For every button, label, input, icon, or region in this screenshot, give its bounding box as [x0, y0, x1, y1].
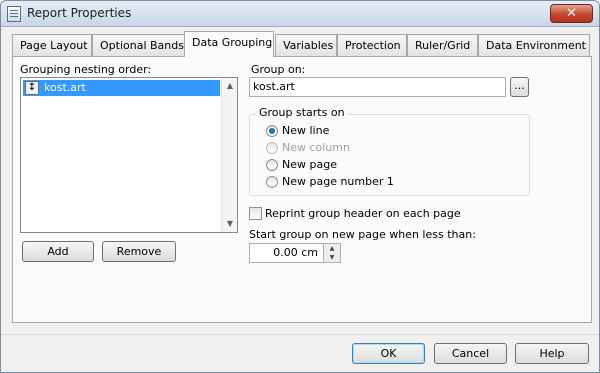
tab-optional-bands[interactable]: Optional Bands — [92, 34, 185, 56]
tab-variables[interactable]: Variables — [275, 34, 337, 56]
radio-unchecked-icon[interactable] — [266, 159, 278, 171]
group-on-field[interactable]: kost.art — [249, 77, 506, 97]
tab-ruler-grid[interactable]: Ruler/Grid — [407, 34, 478, 56]
window-title: Report Properties — [27, 6, 132, 20]
vertical-scrollbar[interactable]: ▲ ▼ — [221, 78, 237, 232]
scroll-up-icon[interactable]: ▲ — [222, 78, 238, 94]
reprint-checkbox[interactable] — [249, 207, 262, 220]
radio-new-page-label: New page — [282, 158, 337, 171]
cancel-button[interactable]: Cancel — [434, 343, 507, 364]
radio-unchecked-icon — [266, 142, 278, 154]
radio-checked-icon[interactable] — [266, 125, 278, 137]
tab-data-grouping[interactable]: Data Grouping — [184, 31, 274, 57]
grouping-nesting-label: Grouping nesting order: — [20, 63, 152, 76]
radio-new-line-label: New line — [282, 124, 330, 137]
list-item-label: kost.art — [44, 81, 86, 94]
quantity-stepper[interactable]: ▲ ▼ — [323, 244, 340, 262]
scroll-down-icon[interactable]: ▼ — [222, 216, 238, 232]
spin-down-icon[interactable]: ▼ — [324, 253, 340, 262]
help-button[interactable]: Help — [515, 343, 589, 364]
list-item[interactable]: ↕ kost.art — [23, 80, 220, 96]
reorder-handle-icon[interactable]: ↕ — [25, 81, 39, 95]
remove-button[interactable]: Remove — [102, 241, 176, 262]
title-bar: Report Properties ✕ — [1, 1, 599, 27]
radio-new-column-label: New column — [282, 141, 350, 154]
tab-data-environment[interactable]: Data Environment — [478, 34, 590, 56]
tab-protection[interactable]: Protection — [337, 34, 407, 56]
radio-new-page-number-label: New page number 1 — [282, 175, 394, 188]
group-starts-on-title: Group starts on — [256, 106, 348, 119]
spin-up-icon[interactable]: ▲ — [324, 244, 340, 253]
group-on-label: Group on: — [251, 63, 306, 76]
add-button[interactable]: Add — [22, 241, 94, 262]
reprint-label: Reprint group header on each page — [265, 207, 461, 220]
grouping-list[interactable]: ↕ kost.art ▲ ▼ — [20, 77, 238, 233]
footer-divider — [1, 334, 599, 335]
tab-page-layout[interactable]: Page Layout — [12, 34, 92, 56]
close-button[interactable]: ✕ — [550, 4, 593, 23]
radio-unchecked-icon[interactable] — [266, 176, 278, 188]
report-icon — [7, 6, 21, 22]
browse-button[interactable]: ... — [510, 77, 529, 97]
report-properties-dialog: Report Properties ✕ Page Layout Optional… — [0, 0, 600, 373]
start-new-page-label: Start group on new page when less than: — [249, 228, 476, 241]
ok-button[interactable]: OK — [352, 343, 425, 364]
